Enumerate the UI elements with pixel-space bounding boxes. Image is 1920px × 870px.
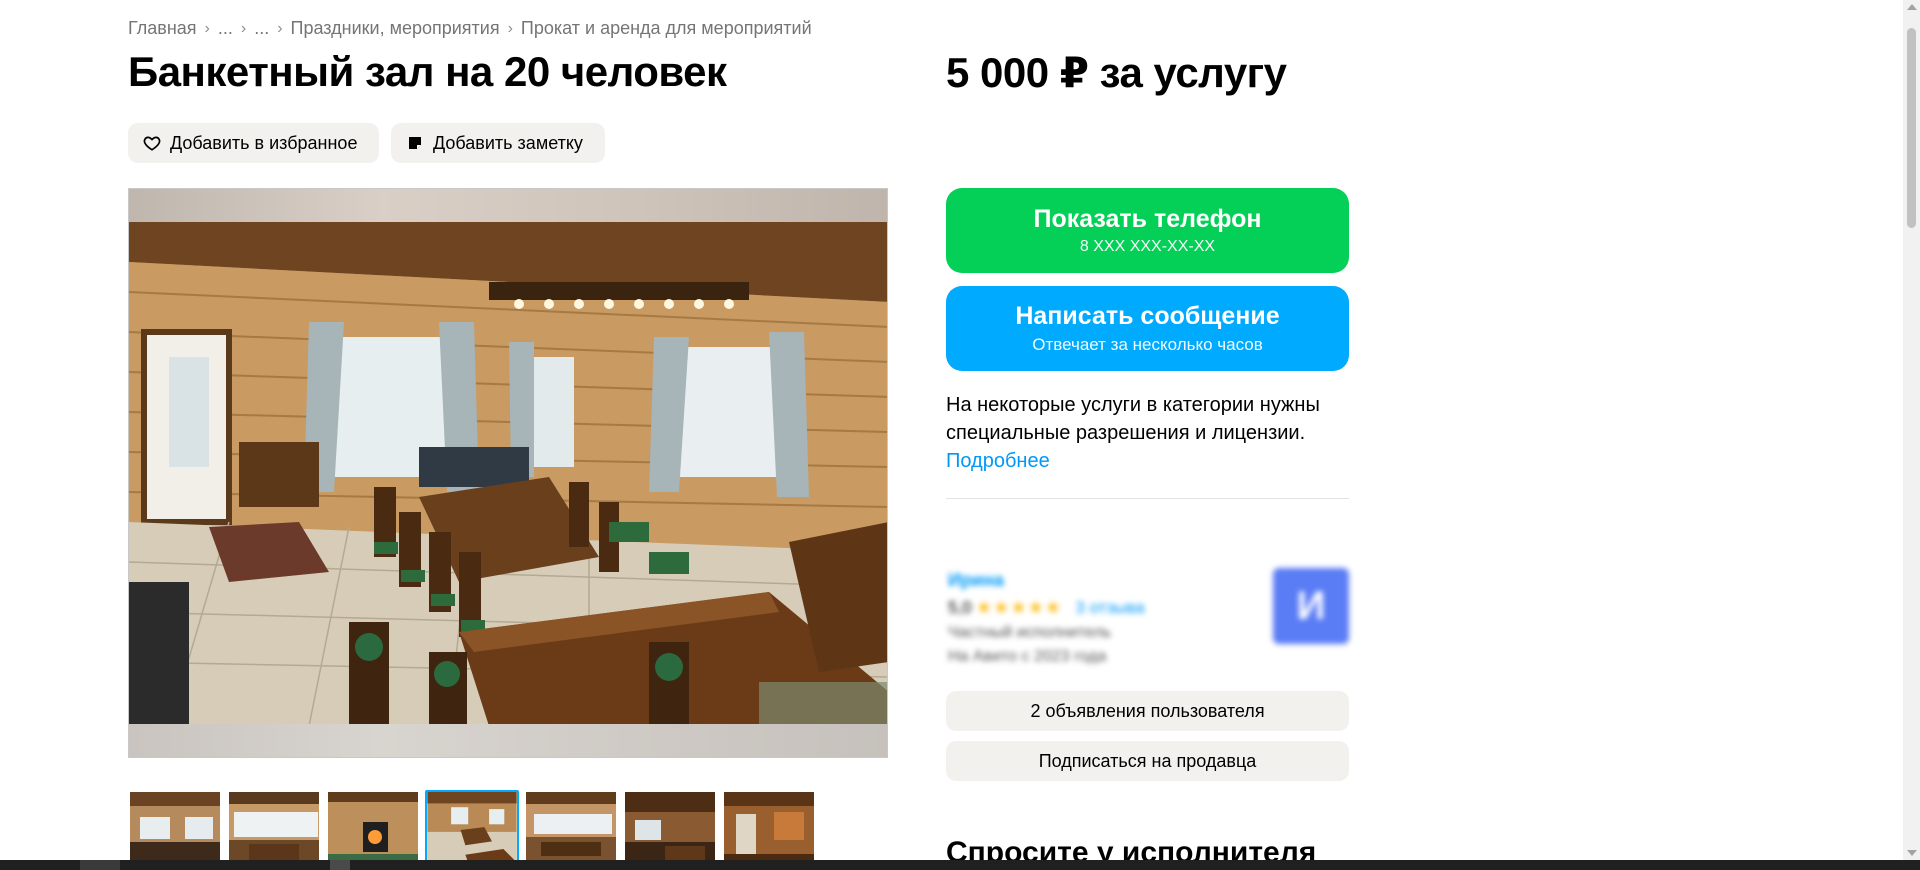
thumbnail-2[interactable] bbox=[227, 790, 321, 870]
scroll-up-icon[interactable] bbox=[1907, 4, 1917, 10]
seller-since: На Авито с 2023 года bbox=[948, 648, 1107, 665]
chevron-right-icon: › bbox=[204, 19, 210, 37]
scroll-down-icon[interactable] bbox=[1907, 850, 1917, 856]
page-title: Банкетный зал на 20 человек bbox=[128, 48, 727, 95]
breadcrumb: Главная › ... › ... › Праздники, меропри… bbox=[128, 18, 812, 39]
show-phone-label: Показать телефон bbox=[1033, 205, 1262, 233]
heart-icon bbox=[142, 133, 162, 153]
thumbnail-5[interactable] bbox=[524, 790, 618, 870]
reply-time: Отвечает за несколько часов bbox=[1032, 335, 1263, 354]
breadcrumb-ellipsis-1[interactable]: ... bbox=[218, 18, 233, 39]
thumbnail-7[interactable] bbox=[722, 790, 816, 870]
thumbnail-strip bbox=[128, 790, 816, 870]
thumbnail-1[interactable] bbox=[128, 790, 222, 870]
taskbar-app-icon[interactable] bbox=[330, 860, 350, 870]
more-info-link[interactable]: Подробнее bbox=[946, 447, 1349, 475]
seller-rating: 5,0 ★★★★★ 3 отзыва bbox=[948, 598, 1145, 618]
add-to-favorites-button[interactable]: Добавить в избранное bbox=[128, 123, 379, 163]
avatar[interactable]: И bbox=[1273, 568, 1349, 644]
write-message-button[interactable]: Написать сообщение Отвечает за несколько… bbox=[946, 286, 1349, 371]
write-message-label: Написать сообщение bbox=[1015, 302, 1280, 330]
seller-card[interactable]: Ирина 5,0 ★★★★★ 3 отзыва Частный исполни… bbox=[946, 568, 1349, 668]
reviews-link[interactable]: 3 отзыва bbox=[1075, 598, 1144, 617]
star-icons: ★★★★★ bbox=[976, 598, 1063, 617]
masked-phone: 8 XXX XXX-XX-XX bbox=[1079, 238, 1216, 255]
subscribe-seller-button[interactable]: Подписаться на продавца bbox=[946, 741, 1349, 781]
thumbnail-4-active[interactable] bbox=[425, 790, 519, 870]
photo-blur-bottom bbox=[129, 724, 887, 757]
chevron-right-icon: › bbox=[507, 19, 513, 37]
breadcrumb-holidays-events[interactable]: Праздники, мероприятия bbox=[291, 18, 500, 39]
main-photo[interactable] bbox=[128, 188, 888, 758]
thumbnail-3[interactable] bbox=[326, 790, 420, 870]
photo-blur-top bbox=[129, 189, 887, 222]
add-note-button[interactable]: Добавить заметку bbox=[391, 123, 605, 163]
page-scrollbar[interactable] bbox=[1903, 0, 1920, 860]
os-taskbar bbox=[0, 860, 1920, 870]
chevron-right-icon: › bbox=[240, 19, 247, 37]
scrollbar-thumb[interactable] bbox=[1907, 28, 1916, 228]
seller-name[interactable]: Ирина bbox=[948, 570, 1004, 591]
add-to-favorites-label: Добавить в избранное bbox=[170, 132, 358, 153]
note-icon bbox=[405, 133, 425, 153]
taskbar-app-icon[interactable] bbox=[80, 860, 120, 870]
show-phone-button[interactable]: Показать телефон 8 XXX XXX-XX-XX bbox=[946, 188, 1349, 273]
seller-type: Частный исполнитель bbox=[948, 624, 1112, 641]
breadcrumb-ellipsis-2[interactable]: ... bbox=[254, 18, 269, 39]
chevron-right-icon: › bbox=[277, 19, 283, 37]
breadcrumb-rental[interactable]: Прокат и аренда для мероприятий bbox=[521, 18, 812, 39]
add-note-label: Добавить заметку bbox=[433, 132, 583, 153]
license-notice: На некоторые услуги в категории нужны сп… bbox=[946, 391, 1349, 475]
breadcrumb-home[interactable]: Главная bbox=[128, 18, 197, 39]
user-ads-button[interactable]: 2 объявления пользователя bbox=[946, 691, 1349, 731]
divider bbox=[946, 498, 1349, 499]
banquet-hall-photo bbox=[129, 222, 887, 726]
license-notice-text: На некоторые услуги в категории нужны сп… bbox=[946, 394, 1320, 444]
rating-value: 5,0 bbox=[948, 598, 972, 617]
thumbnail-6[interactable] bbox=[623, 790, 717, 870]
price: 5 000 ₽ за услугу bbox=[946, 49, 1287, 96]
